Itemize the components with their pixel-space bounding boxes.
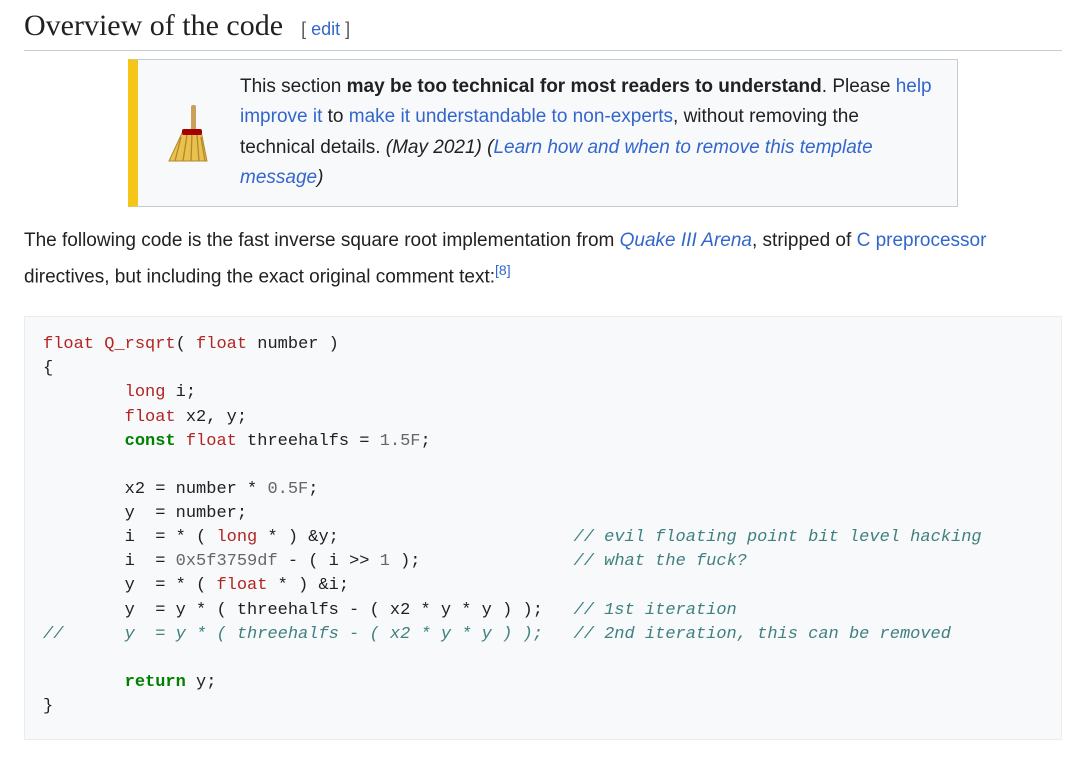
ambox-bold: may be too technical for most readers to… [347,76,822,97]
ambox-text: This section may be too technical for mo… [234,60,957,206]
ambox-technical: This section may be too technical for mo… [128,59,958,207]
broom-icon [138,68,234,198]
intro-paragraph: The following code is the fast inverse s… [24,223,1062,295]
ref-8[interactable]: [8] [495,262,511,278]
quake-link[interactable]: Quake III Arena [620,230,752,251]
section-title: Overview of the code [24,9,283,42]
c-preprocessor-link[interactable]: C preprocessor [857,230,987,251]
edit-link[interactable]: edit [311,19,340,39]
understandable-link[interactable]: make it understandable to non-experts [349,106,673,127]
code-block: float Q_rsqrt( float number ) { long i; … [24,316,1062,740]
ambox-date: (May 2021) [386,137,482,158]
section-heading: Overview of the code [ edit ] [24,0,1062,51]
edit-section: [ edit ] [301,19,350,39]
